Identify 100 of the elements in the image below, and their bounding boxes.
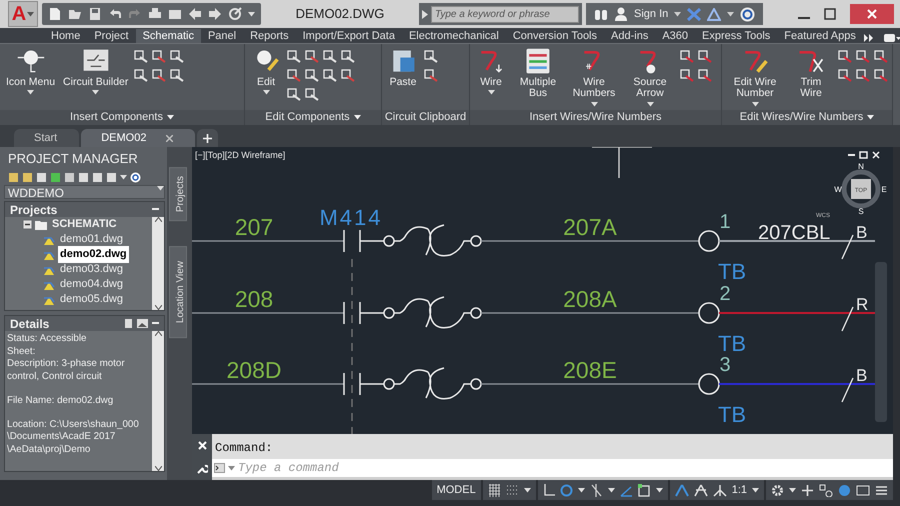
document-icon[interactable] xyxy=(124,319,133,328)
workspace-icon[interactable] xyxy=(712,484,727,496)
customize-icon[interactable] xyxy=(875,484,888,496)
open-folder-icon[interactable] xyxy=(68,7,82,21)
tool-icon[interactable] xyxy=(22,172,33,182)
tool-icon[interactable] xyxy=(64,172,75,182)
search-field[interactable]: Type a keyword or phrase xyxy=(431,6,579,22)
ribbon-button[interactable]: Edit Wire Number xyxy=(726,47,784,107)
ribbon-button[interactable]: Trim Wire xyxy=(788,47,834,100)
caret-icon[interactable] xyxy=(608,488,615,492)
tool-icon[interactable] xyxy=(170,49,184,63)
side-tab[interactable]: Projects xyxy=(169,167,187,222)
panel-title[interactable]: Insert Components xyxy=(0,110,244,125)
caret-icon[interactable] xyxy=(656,488,663,492)
tool-icon[interactable] xyxy=(698,49,712,63)
ribbon-tab[interactable]: Electromechanical xyxy=(402,29,506,43)
viewport-controls[interactable] xyxy=(848,151,880,159)
help-icon[interactable] xyxy=(130,172,141,182)
tool-icon[interactable] xyxy=(305,87,319,101)
compass-ring[interactable] xyxy=(842,170,880,208)
tool-icon[interactable] xyxy=(287,68,301,82)
tool-icon[interactable] xyxy=(838,68,852,82)
tree-item[interactable]: demo01.dwg xyxy=(58,231,125,248)
ribbon-button[interactable]: Multiple Bus xyxy=(512,47,564,100)
scrollbar[interactable] xyxy=(152,331,164,471)
tool-icon[interactable] xyxy=(856,68,870,82)
tool-icon[interactable] xyxy=(874,68,888,82)
tool-icon[interactable] xyxy=(287,87,301,101)
crosshair-icon[interactable] xyxy=(590,484,603,496)
caret-icon[interactable] xyxy=(27,12,34,16)
caret-icon[interactable] xyxy=(228,466,235,470)
tool-icon[interactable] xyxy=(92,172,103,182)
tool-icon[interactable] xyxy=(341,68,355,82)
binoculars-icon[interactable] xyxy=(594,7,608,21)
tool-icon[interactable] xyxy=(424,49,438,63)
caret-icon[interactable] xyxy=(789,488,796,492)
tool-icon[interactable] xyxy=(698,68,712,82)
panel-title[interactable]: Edit Wires/Wire Numbers xyxy=(722,110,892,125)
caret-icon[interactable] xyxy=(727,12,734,16)
tool-icon[interactable] xyxy=(287,49,301,63)
tree-item[interactable]: demo04.dwg xyxy=(58,276,125,293)
undo-icon[interactable] xyxy=(108,7,122,21)
image-icon[interactable] xyxy=(137,319,148,328)
scroll-down-icon[interactable] xyxy=(154,305,162,310)
annotation-scale-icon[interactable] xyxy=(694,484,708,496)
panel-title[interactable]: Circuit Clipboard xyxy=(382,110,469,125)
snap-icon[interactable] xyxy=(506,484,519,496)
ribbon-button[interactable]: Wire xyxy=(474,47,508,96)
project-dropdown[interactable]: WDDEMO xyxy=(4,185,165,199)
gear-icon[interactable] xyxy=(771,484,784,496)
side-tab[interactable]: Location View xyxy=(169,246,187,338)
triangle-icon[interactable] xyxy=(707,8,722,20)
ribbon-tab[interactable]: Panel xyxy=(200,29,244,43)
tool-icon[interactable] xyxy=(838,49,852,63)
back-arrow-icon[interactable] xyxy=(188,7,202,21)
tool-icon[interactable] xyxy=(8,172,19,182)
ribbon-button[interactable]: Edit xyxy=(249,47,283,96)
tree-item[interactable]: demo05.dwg xyxy=(58,291,125,308)
tool-icon[interactable] xyxy=(78,172,89,182)
ribbon-button[interactable]: Paste xyxy=(386,47,420,88)
sign-in-link[interactable]: Sign In xyxy=(634,6,668,22)
ortho-icon[interactable] xyxy=(542,484,555,496)
user-icon[interactable] xyxy=(614,7,628,21)
isolate-icon[interactable] xyxy=(838,484,851,496)
ribbon-tab[interactable]: Express Tools xyxy=(695,29,778,43)
collapse-icon[interactable] xyxy=(152,322,159,325)
caret-icon[interactable] xyxy=(157,186,164,191)
caret-icon[interactable] xyxy=(120,174,127,180)
hardware-icon[interactable] xyxy=(856,484,870,496)
object-snap-icon[interactable] xyxy=(638,484,651,496)
scroll-up-icon[interactable] xyxy=(154,331,162,336)
scale-dropdown[interactable]: 1:1 xyxy=(732,482,747,498)
tool-icon[interactable] xyxy=(680,68,694,82)
document-tab[interactable]: DEMO02 xyxy=(81,129,196,147)
tool-icon[interactable] xyxy=(874,49,888,63)
caret-icon[interactable] xyxy=(578,488,585,492)
angle-icon[interactable] xyxy=(620,484,633,496)
tool-icon[interactable] xyxy=(50,172,61,182)
ribbon-button[interactable]: Wire Numbers xyxy=(568,47,620,107)
caret-icon[interactable] xyxy=(674,12,682,16)
wrench-icon[interactable] xyxy=(196,462,208,474)
ribbon-tab[interactable]: Import/Export Data xyxy=(296,29,402,43)
maximize-icon[interactable] xyxy=(824,8,836,20)
expand-arrow-icon[interactable] xyxy=(422,10,428,18)
tool-icon[interactable] xyxy=(680,49,694,63)
ribbon-button[interactable]: Source Arrow xyxy=(624,47,676,107)
save-icon[interactable] xyxy=(88,7,102,21)
expander-icon[interactable] xyxy=(23,220,32,229)
annotation-icon[interactable] xyxy=(674,484,689,496)
scroll-up-icon[interactable] xyxy=(154,217,162,222)
panel-title[interactable]: Edit Components xyxy=(245,110,381,125)
ribbon-tab[interactable]: Home xyxy=(44,29,88,43)
view-cube[interactable] xyxy=(851,179,871,199)
help-icon[interactable] xyxy=(740,6,756,22)
caret-icon[interactable] xyxy=(248,12,255,16)
print-icon[interactable] xyxy=(148,7,162,21)
close-button[interactable] xyxy=(850,4,894,24)
tool-icon[interactable] xyxy=(36,172,47,182)
new-tab-button[interactable] xyxy=(197,129,218,147)
collapse-icon[interactable] xyxy=(152,208,159,211)
